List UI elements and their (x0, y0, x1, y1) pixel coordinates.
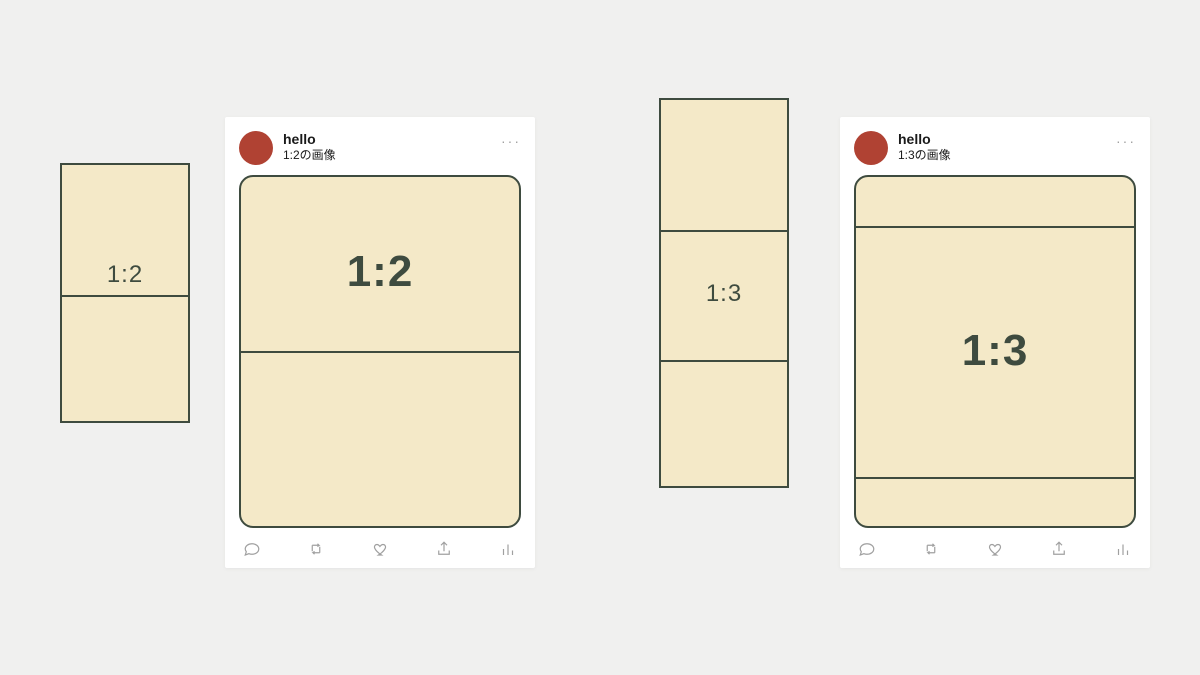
post-meta: hello 1:3の画像 (898, 131, 951, 162)
post-meta: hello 1:2の画像 (283, 131, 336, 162)
like-icon[interactable] (986, 540, 1004, 558)
ratio-label: 1:3 (706, 280, 742, 308)
media-ratio-label: 1:3 (962, 326, 1029, 376)
avatar[interactable] (239, 131, 273, 165)
post-media-1-2[interactable]: 1:2 (239, 175, 521, 528)
username[interactable]: hello (898, 131, 951, 148)
retweet-icon[interactable] (922, 540, 940, 558)
reply-icon[interactable] (858, 540, 876, 558)
post-caption: 1:3の画像 (898, 148, 951, 162)
ratio-swatch-1-3: 1:3 (659, 98, 789, 488)
analytics-icon[interactable] (1114, 540, 1132, 558)
reply-icon[interactable] (243, 540, 261, 558)
like-icon[interactable] (371, 540, 389, 558)
ratio-swatch-1-2: 1:2 (60, 163, 190, 423)
post-card-1-3: hello 1:3の画像 ··· 1:3 (840, 117, 1150, 568)
post-header: hello 1:3の画像 ··· (854, 131, 1136, 165)
share-icon[interactable] (1050, 540, 1068, 558)
ratio-label: 1:2 (107, 261, 143, 289)
post-card-1-2: hello 1:2の画像 ··· 1:2 (225, 117, 535, 568)
post-actions (854, 540, 1136, 558)
more-icon[interactable]: ··· (1116, 133, 1136, 149)
more-icon[interactable]: ··· (501, 133, 521, 149)
post-media-1-3[interactable]: 1:3 (854, 175, 1136, 528)
retweet-icon[interactable] (307, 540, 325, 558)
post-actions (239, 540, 521, 558)
username[interactable]: hello (283, 131, 336, 148)
share-icon[interactable] (435, 540, 453, 558)
media-ratio-label: 1:2 (347, 247, 414, 297)
analytics-icon[interactable] (499, 540, 517, 558)
post-header: hello 1:2の画像 ··· (239, 131, 521, 165)
avatar[interactable] (854, 131, 888, 165)
post-caption: 1:2の画像 (283, 148, 336, 162)
